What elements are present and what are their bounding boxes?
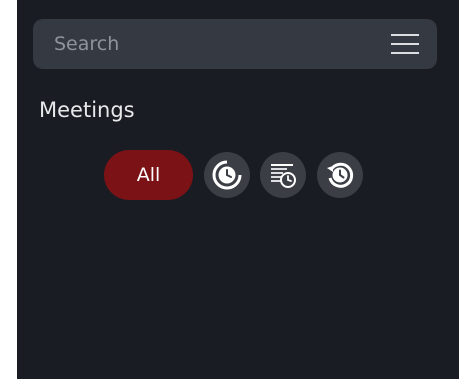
filter-upcoming-button[interactable] bbox=[204, 152, 250, 198]
clock-cycle-icon bbox=[212, 160, 242, 190]
filter-scheduled-button[interactable] bbox=[260, 152, 306, 198]
app-window: Search Meetings All bbox=[17, 0, 459, 379]
filter-history-button[interactable] bbox=[317, 152, 363, 198]
search-input[interactable]: Search bbox=[54, 32, 119, 56]
history-clock-icon bbox=[327, 162, 354, 188]
search-bar[interactable]: Search bbox=[33, 19, 437, 69]
calendar-clock-icon bbox=[271, 164, 296, 188]
meetings-title: Meetings bbox=[39, 98, 135, 122]
hamburger-menu-icon[interactable] bbox=[390, 33, 420, 55]
filter-all-button[interactable]: All bbox=[104, 150, 193, 200]
